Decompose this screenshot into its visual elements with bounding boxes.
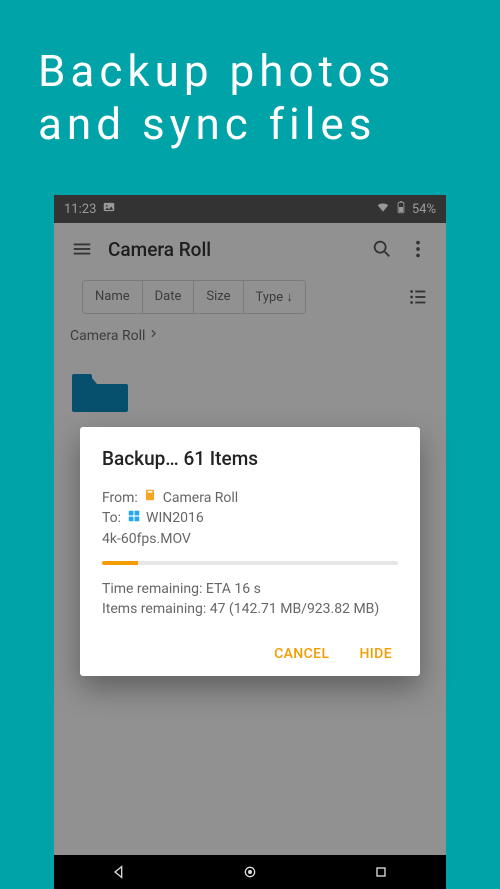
from-value: Camera Roll: [163, 490, 238, 506]
nav-home-icon[interactable]: [230, 864, 270, 880]
progress-bar: [102, 561, 398, 565]
to-label: To:: [102, 510, 121, 526]
to-line: To: WIN2016: [102, 508, 398, 528]
backup-dialog: Backup… 61 Items From: Camera Roll To: W…: [80, 427, 420, 676]
items-line: Items remaining: 47 (142.71 MB/923.82 MB…: [102, 599, 398, 619]
cancel-button[interactable]: CANCEL: [274, 646, 329, 662]
promo-headline: Backup photos and sync files: [0, 0, 500, 181]
sd-card-icon: [143, 488, 157, 508]
dialog-title: Backup… 61 Items: [102, 447, 398, 470]
current-file: 4k-60fps.MOV: [102, 529, 398, 549]
from-line: From: Camera Roll: [102, 488, 398, 508]
to-value: WIN2016: [146, 510, 204, 526]
nav-recent-icon[interactable]: [361, 864, 401, 880]
hide-button[interactable]: HIDE: [359, 646, 392, 662]
windows-icon: [127, 509, 141, 529]
from-label: From:: [102, 490, 138, 506]
eta-line: Time remaining: ETA 16 s: [102, 579, 398, 599]
progress-fill: [102, 561, 138, 565]
nav-back-icon[interactable]: [99, 864, 139, 880]
android-navbar: [54, 855, 446, 889]
